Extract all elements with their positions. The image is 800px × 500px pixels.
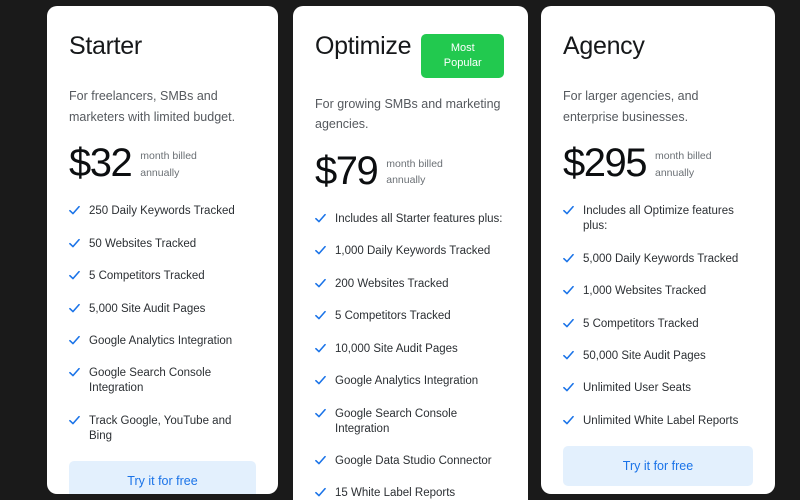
feature-label: 50,000 Site Audit Pages: [583, 349, 706, 362]
feature-label: 5,000 Site Audit Pages: [89, 302, 206, 315]
check-icon: [69, 303, 80, 314]
feature-label: Google Data Studio Connector: [335, 454, 492, 467]
check-icon: [69, 367, 80, 378]
feature-item: Unlimited User Seats: [563, 381, 753, 396]
check-icon: [315, 408, 326, 419]
try-free-button[interactable]: Try it for free: [563, 446, 753, 487]
feature-item: 5,000 Daily Keywords Tracked: [563, 252, 753, 267]
feature-label: 250 Daily Keywords Tracked: [89, 205, 235, 218]
check-icon: [563, 253, 574, 264]
feature-item: 10,000 Site Audit Pages: [315, 342, 506, 357]
feature-label: Google Analytics Integration: [335, 375, 479, 388]
plan-description: For larger agencies, and enterprise busi…: [563, 89, 699, 124]
feature-item: Google Analytics Integration: [315, 374, 506, 389]
price-row: $32 month billed annually: [69, 143, 256, 183]
plan-price: $295: [563, 141, 647, 186]
feature-item: 5 Competitors Tracked: [315, 309, 506, 324]
feature-item: 5 Competitors Tracked: [69, 269, 256, 284]
try-free-button[interactable]: Try it for free: [69, 461, 256, 494]
check-icon: [315, 455, 326, 466]
feature-label: Unlimited User Seats: [583, 382, 692, 395]
check-icon: [563, 350, 574, 361]
feature-label: 5,000 Daily Keywords Tracked: [583, 252, 739, 265]
feature-label: Google Analytics Integration: [89, 335, 233, 347]
plan-header: Starter: [69, 32, 256, 70]
feature-item: 5 Competitors Tracked: [563, 317, 753, 332]
check-icon: [69, 205, 80, 216]
billing-note: month billed annually: [140, 150, 197, 179]
check-icon: [315, 245, 326, 256]
feature-label: 50 Websites Tracked: [89, 237, 197, 250]
feature-item: Google Data Studio Connector: [315, 454, 506, 469]
feature-item: 200 Websites Tracked: [315, 277, 506, 292]
feature-label: 5 Competitors Tracked: [583, 317, 699, 330]
feature-label: Track Google, YouTube and Bing: [89, 414, 232, 442]
feature-item: Includes all Starter features plus:: [315, 212, 506, 227]
feature-item: Google Analytics Integration: [69, 334, 256, 349]
check-icon: [563, 382, 574, 393]
check-icon: [69, 270, 80, 281]
feature-label: 200 Websites Tracked: [335, 277, 449, 290]
check-icon: [315, 310, 326, 321]
check-icon: [563, 205, 574, 216]
feature-list: Includes all Starter features plus: 1,000…: [315, 212, 506, 500]
feature-list: 250 Daily Keywords Tracked 50 Websites Tr…: [69, 204, 256, 443]
feature-item: 50 Websites Tracked: [69, 237, 256, 252]
feature-label: Google Search Console Integration: [89, 367, 212, 395]
feature-label: Unlimited White Label Reports: [583, 414, 739, 427]
pricing-page: Starter For freelancers, SMBs and market…: [0, 0, 800, 500]
cta-section: Try it for free Risk-free 14-day trial: [69, 461, 256, 494]
feature-item: 1,000 Websites Tracked: [563, 284, 753, 299]
check-icon: [315, 375, 326, 386]
feature-label: 5 Competitors Tracked: [335, 310, 451, 323]
check-icon: [563, 318, 574, 329]
feature-item: Google Search Console Integration: [69, 366, 256, 396]
feature-label: Includes all Starter features plus:: [335, 212, 503, 225]
plan-name: Agency: [563, 32, 645, 60]
check-icon: [69, 238, 80, 249]
price-row: $295 month billed annually: [563, 143, 753, 183]
feature-label: 1,000 Daily Keywords Tracked: [335, 245, 491, 258]
check-icon: [69, 415, 80, 426]
plan-price: $32: [69, 141, 133, 186]
feature-label: 15 White Label Reports: [335, 487, 456, 500]
plan-name: Optimize: [315, 32, 412, 60]
billing-note: month billed annually: [654, 150, 712, 179]
feature-item: 5,000 Site Audit Pages: [69, 302, 256, 317]
feature-item: Google Search Console Integration: [315, 407, 506, 437]
plan-header: Optimize Most Popular: [315, 32, 506, 78]
cta-section: Try it for free Risk-free 14-day trial: [563, 446, 753, 494]
check-icon: [315, 213, 326, 224]
feature-item: 50,000 Site Audit Pages: [563, 349, 753, 364]
pricing-card-optimize: Optimize Most Popular For growing SMBs a…: [293, 6, 528, 500]
feature-label: Includes all Optimize features plus:: [583, 205, 734, 233]
check-icon: [315, 487, 326, 498]
pricing-card-agency: Agency For larger agencies, and enterpri…: [541, 6, 775, 494]
feature-label: 5 Competitors Tracked: [89, 270, 205, 283]
feature-item: Unlimited White Label Reports: [563, 414, 753, 429]
feature-label: 10,000 Site Audit Pages: [335, 342, 458, 355]
plan-description: For growing SMBs and marketing agencies.: [315, 96, 501, 132]
check-icon: [563, 285, 574, 296]
feature-item: 1,000 Daily Keywords Tracked: [315, 244, 506, 259]
plan-name: Starter: [69, 32, 142, 60]
feature-list: Includes all Optimize features plus: 5,00…: [563, 204, 753, 429]
price-row: $79 month billed annually: [315, 151, 506, 191]
feature-item: 250 Daily Keywords Tracked: [69, 204, 256, 219]
plan-header: Agency: [563, 32, 753, 70]
feature-item: 15 White Label Reports: [315, 486, 506, 500]
pricing-card-starter: Starter For freelancers, SMBs and market…: [47, 6, 278, 494]
check-icon: [563, 415, 574, 426]
check-icon: [315, 343, 326, 354]
feature-label: Google Search Console Integration: [335, 407, 458, 435]
plan-description: For freelancers, SMBs and marketers with…: [69, 89, 236, 124]
check-icon: [315, 278, 326, 289]
feature-item: Includes all Optimize features plus:: [563, 204, 753, 234]
check-icon: [69, 335, 80, 346]
most-popular-badge: Most Popular: [421, 34, 505, 78]
billing-note: month billed annually: [386, 158, 443, 187]
feature-label: 1,000 Websites Tracked: [583, 285, 707, 298]
plan-price: $79: [315, 148, 379, 193]
feature-item: Track Google, YouTube and Bing: [69, 414, 256, 444]
